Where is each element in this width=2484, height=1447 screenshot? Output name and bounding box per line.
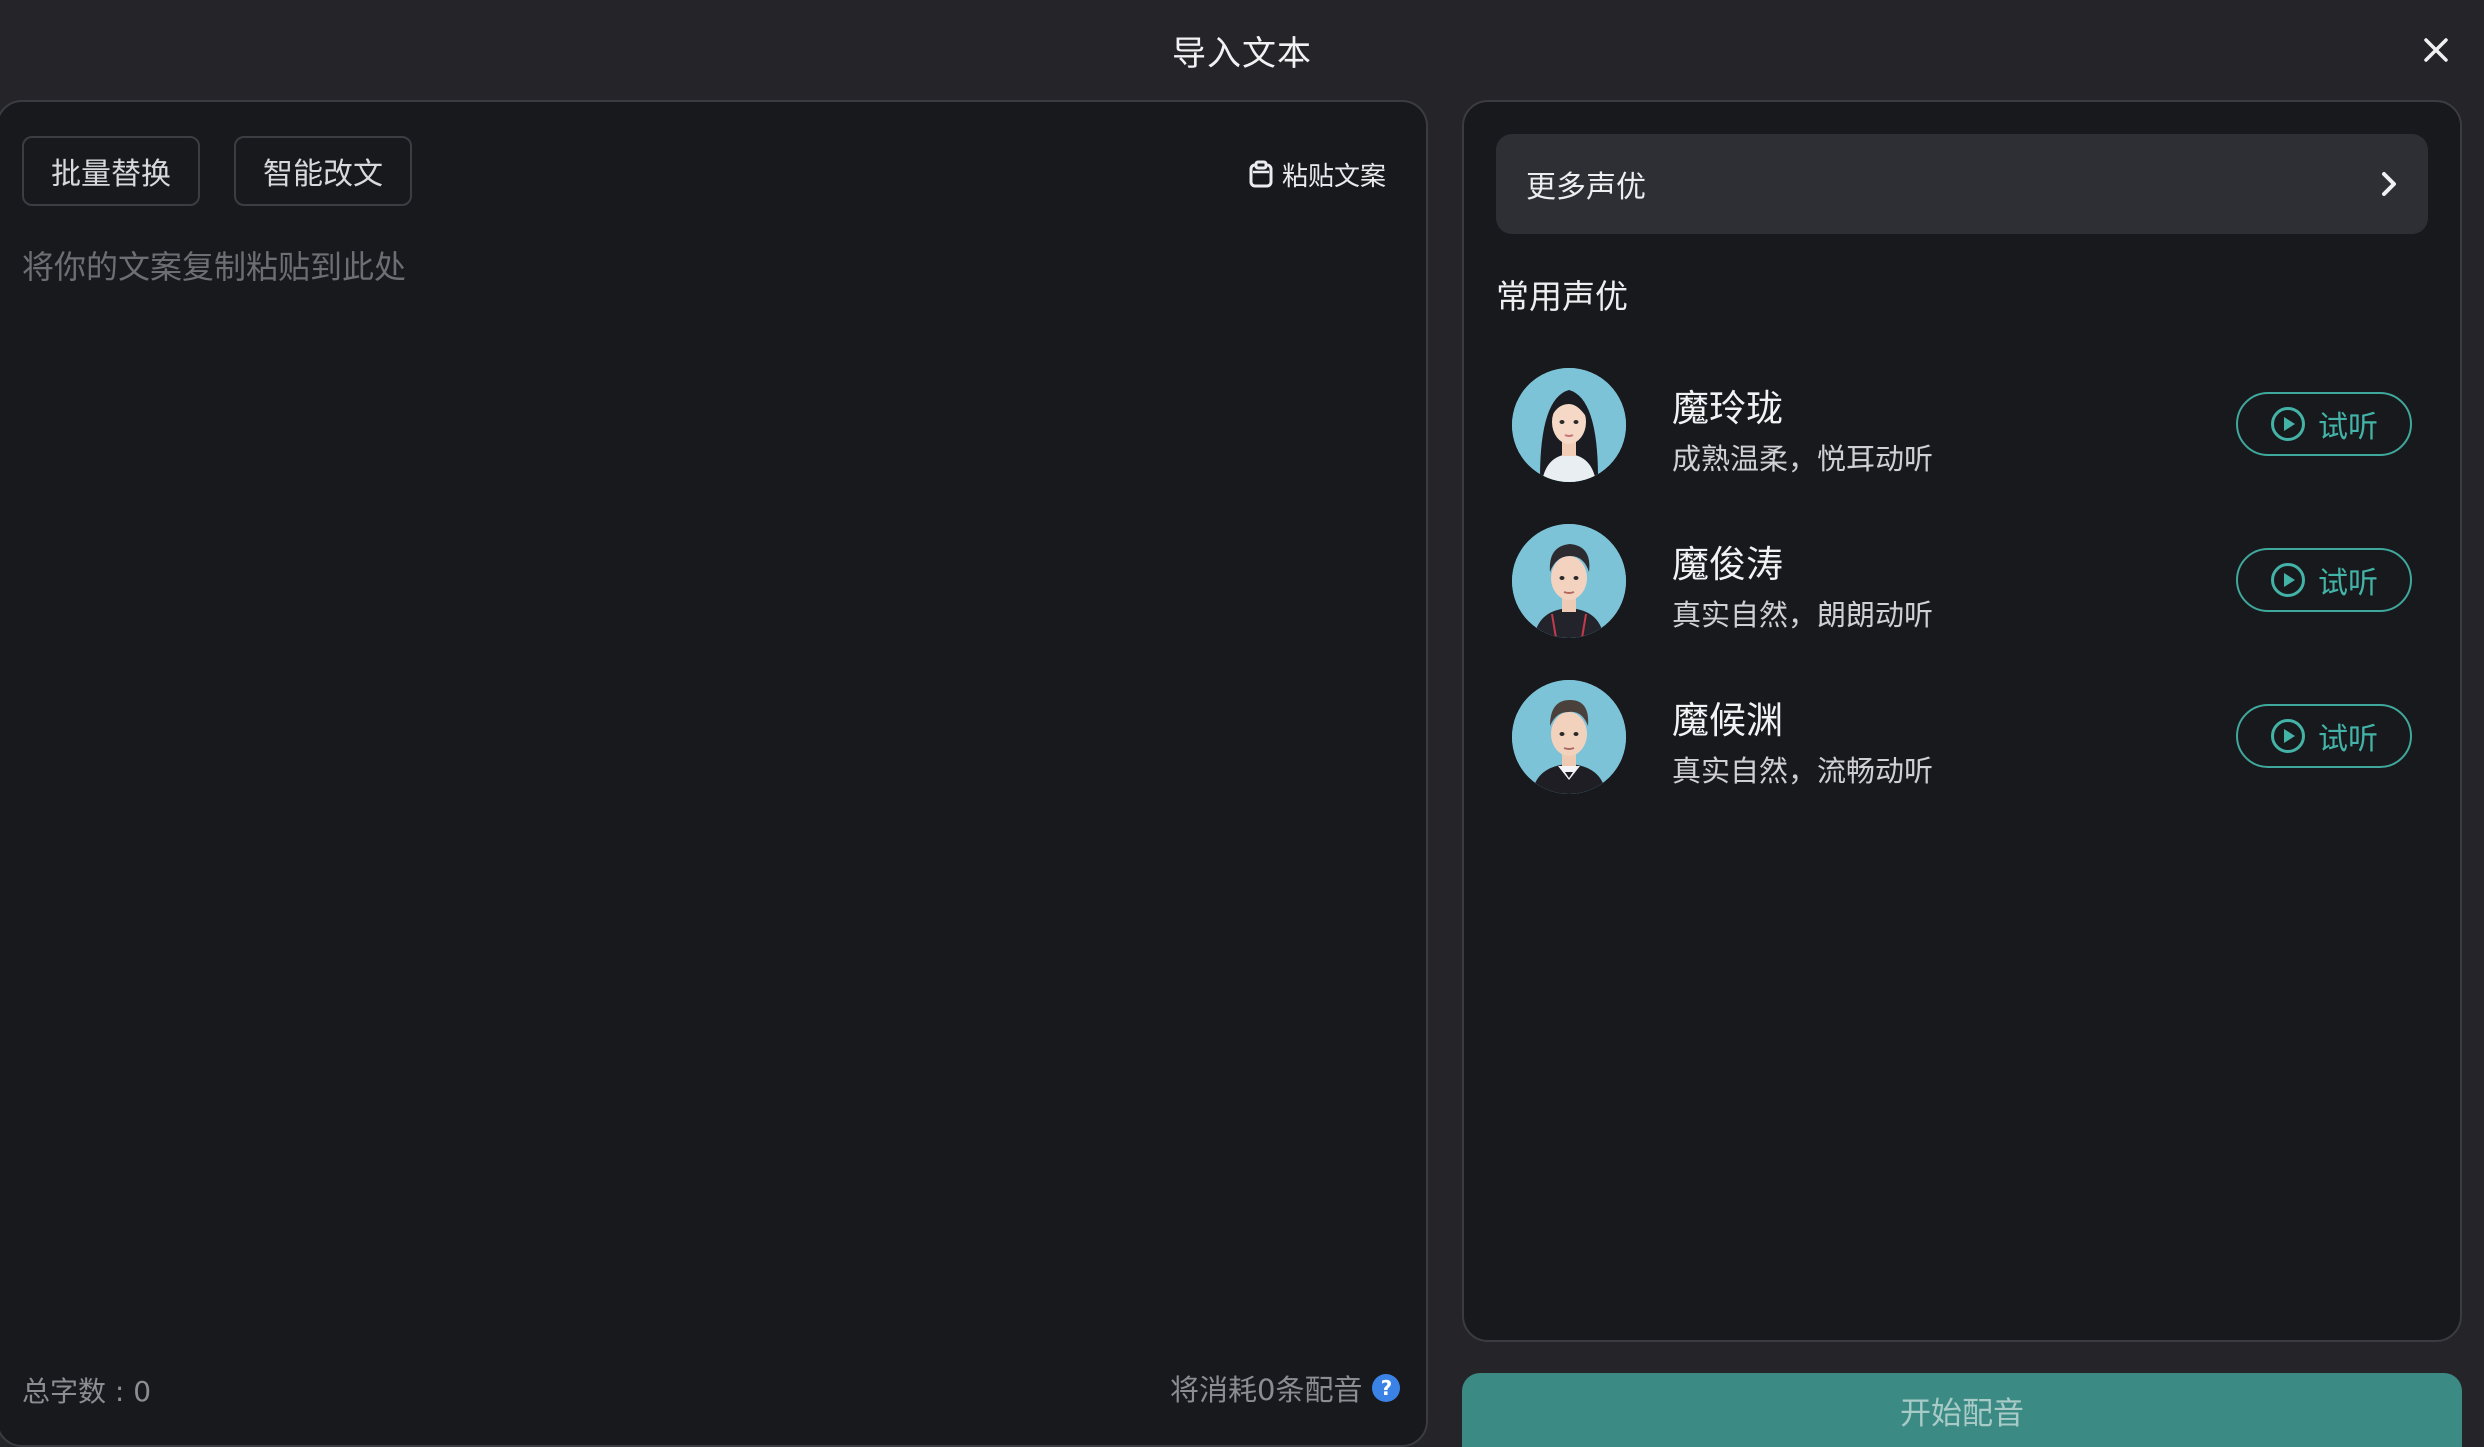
play-icon — [2271, 407, 2305, 441]
close-button[interactable] — [2412, 26, 2460, 74]
voice-name: 魔候渊 — [1672, 699, 1783, 742]
voice-item[interactable]: 魔候渊 真实自然，流畅动听 试听 — [1512, 680, 2412, 798]
dialog-title: 导入文本 — [1172, 33, 1312, 74]
paste-text-button[interactable]: 粘贴文案 — [1248, 154, 1386, 194]
smart-rewrite-button[interactable]: 智能改文 — [234, 136, 412, 206]
consumption-info: 将消耗0条配音 ? — [1170, 1368, 1401, 1408]
female-avatar — [1512, 368, 1626, 482]
voice-description: 真实自然，流畅动听 — [1672, 754, 1934, 788]
question-icon[interactable]: ? — [1372, 1374, 1401, 1402]
paste-text-label: 粘贴文案 — [1282, 161, 1387, 192]
text-editor-panel: 批量替换 智能改文 粘贴文案 总字数 : 0 将消耗0条配音 ? — [0, 100, 1428, 1447]
voice-name: 魔俊涛 — [1672, 543, 1783, 586]
batch-replace-button[interactable]: 批量替换 — [22, 136, 200, 206]
voice-description: 真实自然，朗朗动听 — [1672, 598, 1934, 632]
listen-label: 试听 — [2318, 410, 2378, 445]
clipboard-icon — [1249, 160, 1273, 188]
chevron-right-icon — [2382, 172, 2396, 196]
voice-name: 魔玲珑 — [1672, 387, 1783, 430]
consumption-text: 将消耗0条配音 — [1170, 1373, 1363, 1407]
char-count: 总字数 : 0 — [22, 1375, 152, 1408]
play-icon — [2271, 563, 2305, 597]
listen-label: 试听 — [2318, 566, 2378, 601]
male-avatar-suit — [1512, 680, 1626, 794]
listen-button[interactable]: 试听 — [2236, 548, 2412, 612]
voice-panel: 更多声优 常用声优 魔玲珑 成熟温柔，悦耳动听 试听 魔俊涛 真实自然，朗朗动听… — [1462, 100, 2462, 1342]
voice-description: 成熟温柔，悦耳动听 — [1672, 442, 1934, 476]
listen-label: 试听 — [2318, 722, 2378, 757]
listen-button[interactable]: 试听 — [2236, 704, 2412, 768]
listen-button[interactable]: 试听 — [2236, 392, 2412, 456]
close-icon — [2424, 38, 2448, 62]
more-voices-button[interactable]: 更多声优 — [1496, 134, 2428, 234]
voice-item[interactable]: 魔玲珑 成熟温柔，悦耳动听 试听 — [1512, 368, 2412, 486]
common-voices-title: 常用声优 — [1496, 277, 1628, 316]
more-voices-label: 更多声优 — [1526, 170, 1646, 205]
male-avatar-young — [1512, 524, 1626, 638]
start-dubbing-button[interactable]: 开始配音 — [1462, 1373, 2462, 1447]
voice-item[interactable]: 魔俊涛 真实自然，朗朗动听 试听 — [1512, 524, 2412, 642]
script-text-input[interactable] — [22, 242, 1402, 1302]
play-icon — [2271, 719, 2305, 753]
